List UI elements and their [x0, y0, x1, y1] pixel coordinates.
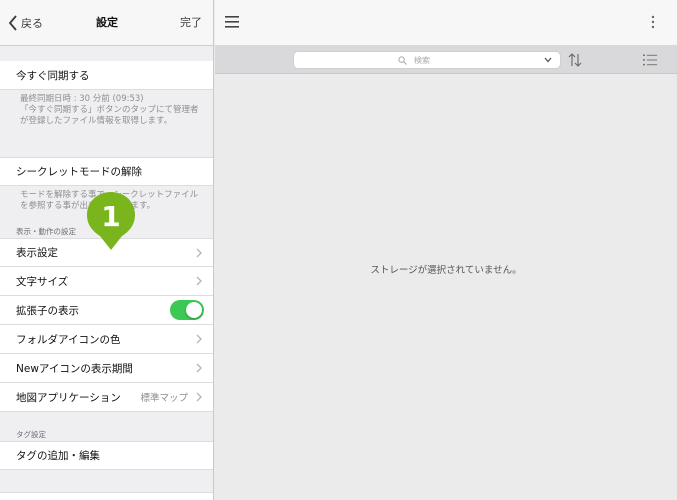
tag-edit-item[interactable]: タグの追加・編集 [0, 441, 213, 470]
partial-row [0, 492, 213, 500]
show-extension-item: 拡張子の表示 [0, 296, 213, 325]
content-pane: 検索 ストレージが選択されていません。 [215, 0, 677, 500]
sync-note-line: 最終同期日時 : 30 分前 (09:53) [20, 94, 144, 104]
show-extension-label: 拡張子の表示 [16, 304, 79, 317]
sync-now-label: 今すぐ同期する [16, 69, 90, 82]
list-view-icon[interactable] [643, 54, 657, 66]
content-top-bar [215, 0, 677, 46]
chevron-right-icon [196, 363, 202, 373]
folder-icon-color-label: フォルダアイコンの色 [16, 333, 121, 346]
map-application-item[interactable]: 地図アプリケーション 標準マップ [0, 383, 213, 412]
sync-note-line: 「今すぐ同期する」ボタンのタップにて管理者 [20, 105, 199, 115]
tag-edit-label: タグの追加・編集 [16, 450, 100, 462]
settings-pane: 戻る 設定 完了 今すぐ同期する 最終同期日時 : 30 分前 (09:53) … [0, 0, 214, 500]
chevron-right-icon [196, 276, 202, 286]
sync-note-line: が登録したファイル情報を取得します。 [20, 116, 173, 126]
folder-icon-color-item[interactable]: フォルダアイコンの色 [0, 325, 213, 354]
new-icon-period-item[interactable]: Newアイコンの表示期間 [0, 354, 213, 383]
chevron-down-icon[interactable] [544, 57, 552, 63]
search-icon [398, 56, 407, 65]
disable-secret-mode-label: シークレットモードの解除 [16, 166, 142, 178]
font-size-label: 文字サイズ [16, 275, 69, 288]
chevron-right-icon [196, 248, 202, 257]
chevron-right-icon [196, 334, 202, 344]
display-settings-label: 表示設定 [16, 247, 58, 259]
sort-icon[interactable] [568, 52, 582, 68]
disable-secret-mode-button[interactable]: シークレットモードの解除 [0, 157, 213, 186]
more-vertical-icon[interactable] [651, 15, 655, 29]
display-section-header: 表示・動作の設定 [16, 227, 76, 236]
search-input[interactable]: 検索 [293, 51, 561, 69]
show-extension-toggle[interactable] [170, 300, 204, 320]
new-icon-period-label: Newアイコンの表示期間 [16, 362, 133, 375]
chevron-right-icon [196, 392, 202, 402]
empty-storage-message: ストレージが選択されていません。 [370, 265, 522, 276]
toggle-knob [186, 302, 202, 318]
sync-now-button[interactable]: 今すぐ同期する [0, 61, 213, 90]
hamburger-menu-icon[interactable] [225, 16, 239, 28]
tag-section-header: タグ設定 [16, 430, 46, 439]
step-marker-number: 1 [101, 200, 120, 233]
map-application-label: 地図アプリケーション [16, 391, 121, 404]
sync-note: 最終同期日時 : 30 分前 (09:53) 「今すぐ同期する」ボタンのタップに… [20, 94, 210, 127]
settings-nav-bar: 戻る 設定 完了 [0, 0, 213, 46]
done-button[interactable]: 完了 [180, 14, 202, 30]
search-toolbar: 検索 [215, 46, 677, 74]
search-placeholder: 検索 [414, 56, 430, 65]
step-marker-icon: 1 [87, 192, 135, 250]
map-application-value: 標準マップ [140, 393, 188, 404]
font-size-item[interactable]: 文字サイズ [0, 267, 213, 296]
